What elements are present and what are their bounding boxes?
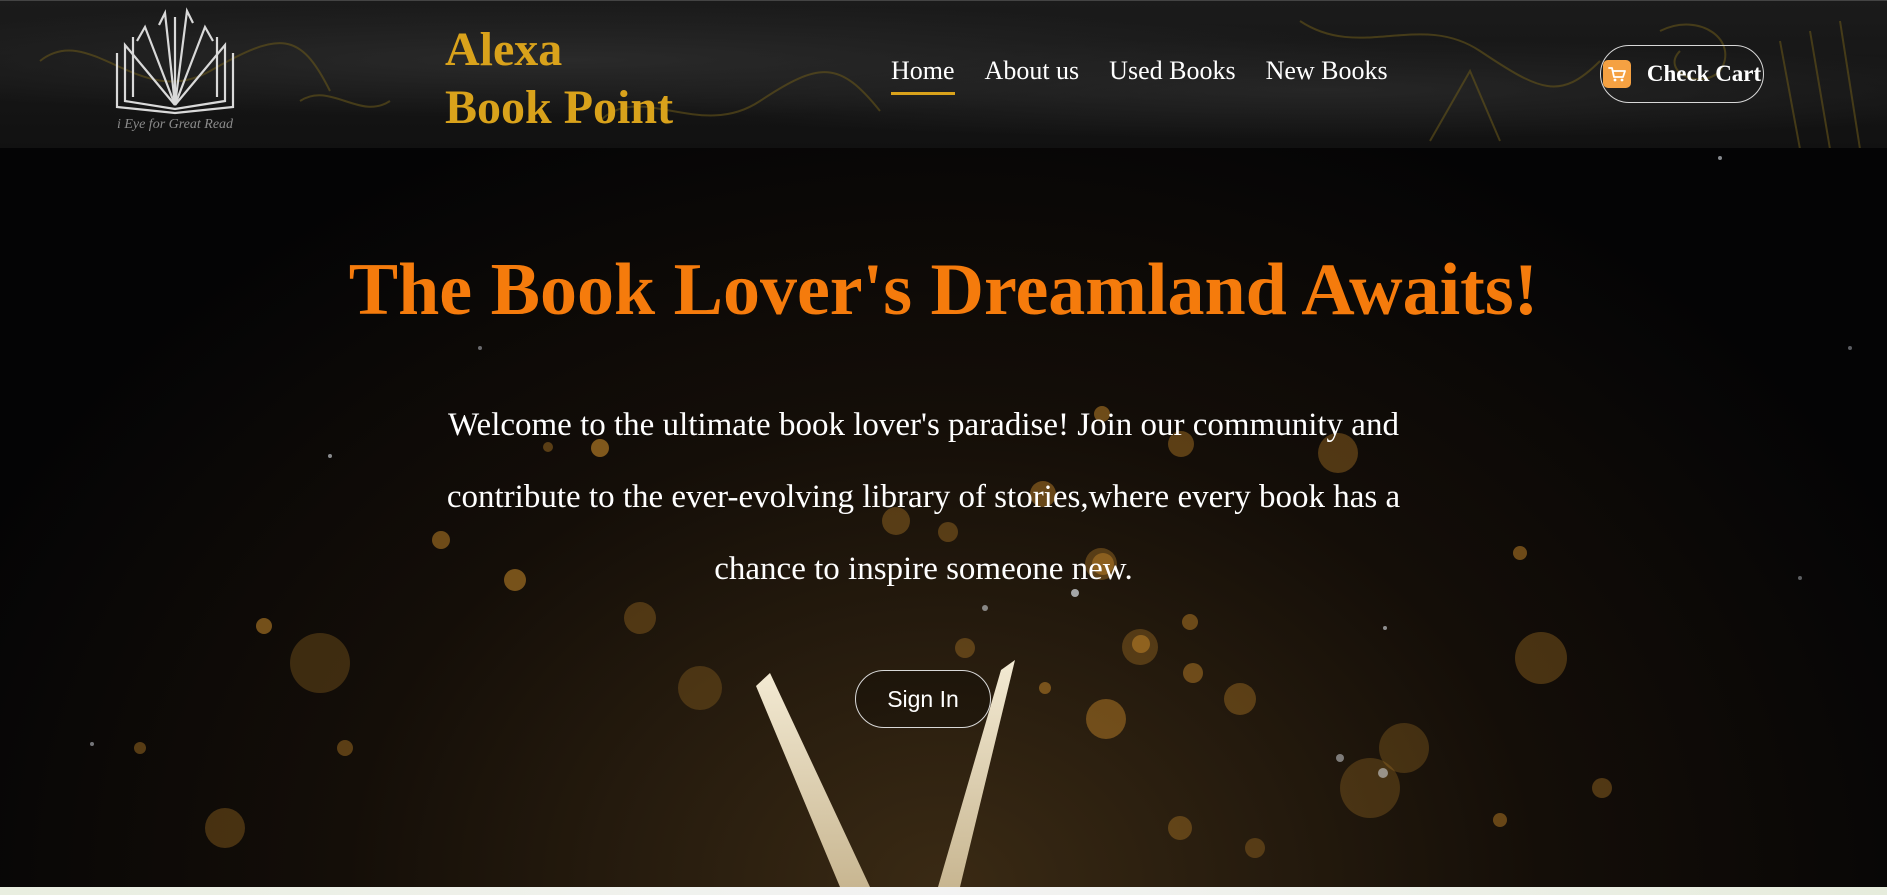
check-cart-button[interactable]: Check Cart: [1600, 45, 1764, 103]
nav-home[interactable]: Home: [891, 56, 955, 95]
brand-name: Alexa Book Point: [445, 21, 673, 137]
nav-about-us[interactable]: About us: [985, 56, 1080, 95]
nav-new-books[interactable]: New Books: [1266, 56, 1388, 95]
sign-in-button[interactable]: Sign In: [855, 670, 991, 728]
site-header: i Eye for Great Read Alexa Book Point Ho…: [0, 0, 1887, 149]
brand-line-1: Alexa: [445, 23, 563, 76]
brand-line-2: Book Point: [445, 81, 674, 134]
hero-description: Welcome to the ultimate book lover's par…: [380, 389, 1467, 605]
open-book-icon: [115, 7, 235, 115]
hero-description-line-2: contribute to the ever-evolving library …: [446, 479, 1401, 515]
hero-title: The Book Lover's Dreamland Awaits!: [348, 249, 1539, 331]
main-nav: Home About us Used Books New Books: [891, 56, 1388, 95]
check-cart-label: Check Cart: [1646, 61, 1762, 86]
shopping-cart-icon: [1602, 60, 1631, 88]
page-bottom-strip: [0, 887, 1887, 895]
hero-section: The Book Lover's Dreamland Awaits! Welco…: [0, 148, 1887, 887]
site-logo[interactable]: i Eye for Great Read: [95, 5, 255, 141]
logo-tagline: i Eye for Great Read: [116, 117, 234, 132]
hero-description-line-1: Welcome to the ultimate book lover's par…: [448, 407, 1399, 443]
nav-used-books[interactable]: Used Books: [1109, 56, 1235, 95]
hero-description-line-3: chance to inspire someone new.: [714, 551, 1133, 587]
